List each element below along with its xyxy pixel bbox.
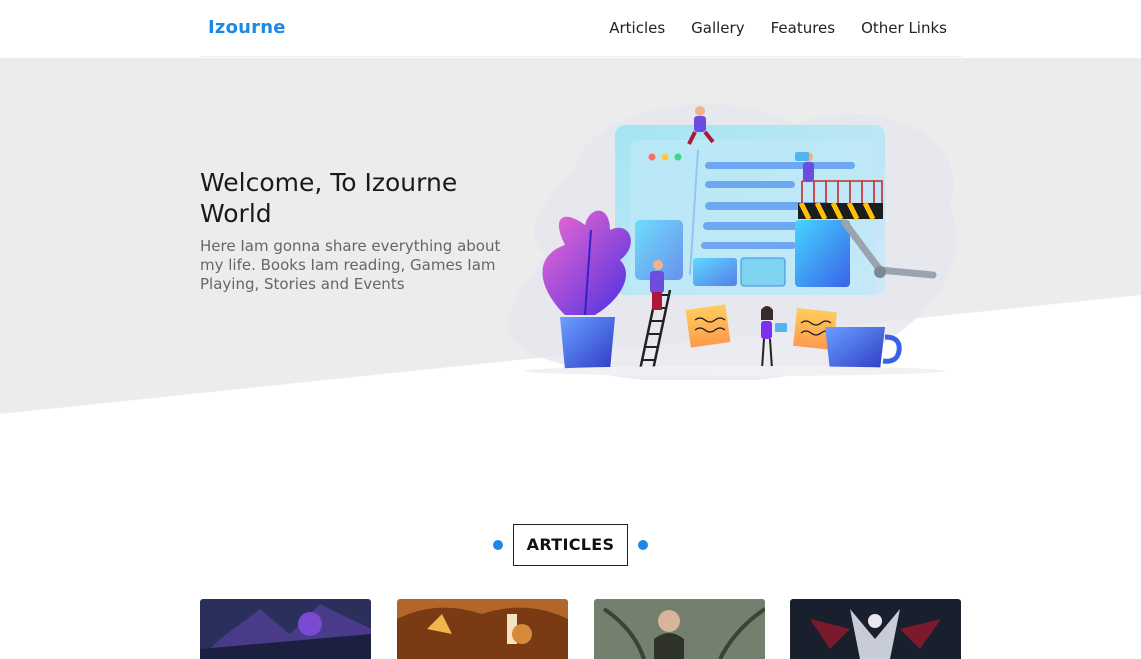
nav-link-features[interactable]: Features <box>771 19 836 37</box>
top-navbar: Izourne Articles Gallery Features Other … <box>200 0 962 57</box>
hero-text: Welcome, To Izourne World Here Iam gonna… <box>200 167 520 294</box>
articles-section-header: ARTICLES <box>0 524 1141 566</box>
articles-heading: ARTICLES <box>512 524 629 566</box>
article-card[interactable] <box>594 599 765 659</box>
article-card-image <box>200 599 371 659</box>
hero-description: Here Iam gonna share everything about my… <box>200 237 501 293</box>
article-card[interactable] <box>200 599 371 659</box>
right-dot-icon <box>638 540 649 550</box>
brand-logo[interactable]: Izourne <box>208 17 286 38</box>
nav-link-articles[interactable]: Articles <box>609 19 665 37</box>
left-dot-icon <box>492 540 503 550</box>
nav-links: Articles Gallery Features Other Links <box>609 19 947 37</box>
article-card-image <box>790 599 961 659</box>
nav-link-other-links[interactable]: Other Links <box>861 19 947 37</box>
article-card-image <box>594 599 765 659</box>
article-card[interactable] <box>790 599 961 659</box>
article-card-image <box>397 599 568 659</box>
article-cards <box>200 599 962 659</box>
hero-title: Welcome, To Izourne World <box>200 168 458 228</box>
nav-link-gallery[interactable]: Gallery <box>691 19 744 37</box>
article-card[interactable] <box>397 599 568 659</box>
hero-illustration <box>507 104 957 380</box>
